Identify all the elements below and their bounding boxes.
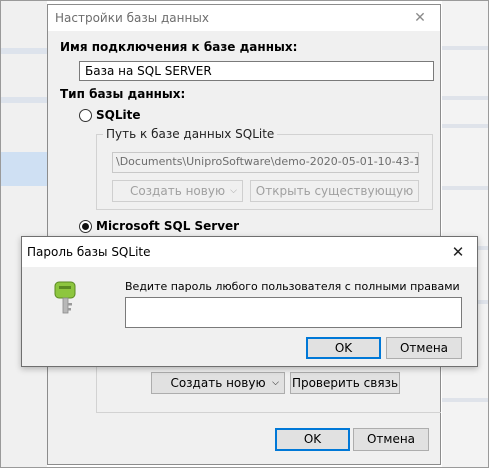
- settings-cancel-button[interactable]: Отмена: [353, 428, 429, 451]
- create-new-mssql-label: Создать новую: [170, 376, 266, 390]
- password-ok-button[interactable]: OK: [306, 337, 381, 359]
- password-input[interactable]: [125, 297, 462, 328]
- create-new-sqlite-label: Создать новую: [129, 184, 226, 198]
- settings-cancel-label: Отмена: [366, 432, 416, 446]
- open-existing-label: Открыть существующую: [255, 184, 414, 198]
- create-new-mssql-button[interactable]: Создать новую ⌵: [151, 372, 285, 394]
- chevron-down-icon: ⌵: [272, 378, 279, 388]
- background-selected-row: [0, 152, 47, 186]
- sqlite-path-legend: Путь к базе данных SQLite: [103, 127, 278, 141]
- mssql-radio-label[interactable]: Microsoft SQL Server: [96, 219, 239, 233]
- close-icon[interactable]: ✕: [447, 242, 469, 262]
- password-cancel-label: Отмена: [399, 341, 449, 355]
- password-ok-label: OK: [334, 341, 353, 355]
- background-strip: [0, 97, 47, 103]
- password-cancel-button[interactable]: Отмена: [386, 337, 462, 359]
- connection-name-label: Имя подключения к базе данных:: [60, 40, 298, 54]
- create-new-sqlite-button[interactable]: Создать новую ⌵: [112, 180, 243, 202]
- database-settings-dialog: Настройки базы данных ✕ Имя подключения …: [47, 4, 441, 465]
- settings-title: Настройки базы данных: [55, 11, 209, 25]
- mssql-radio[interactable]: [79, 220, 92, 233]
- connection-name-input[interactable]: База на SQL SERVER: [79, 61, 434, 81]
- db-type-label: Тип базы данных:: [60, 87, 186, 101]
- check-connection-button[interactable]: Проверить связь: [290, 372, 400, 394]
- background-strip: [442, 96, 489, 100]
- close-icon[interactable]: ✕: [406, 7, 434, 29]
- password-title: Пароль базы SQLite: [27, 245, 151, 259]
- sqlite-password-dialog: Пароль базы SQLite ✕ Ведите пароль любог…: [21, 236, 478, 367]
- background-strip: [442, 186, 489, 190]
- background-strip: [442, 46, 489, 50]
- background-app-left: [0, 0, 47, 468]
- background-app-right: [442, 0, 489, 468]
- password-prompt: Ведите пароль любого пользователя с полн…: [125, 280, 460, 293]
- background-strip: [0, 48, 47, 54]
- settings-ok-label: OK: [303, 432, 322, 446]
- settings-titlebar: Настройки базы данных ✕: [48, 5, 440, 31]
- background-strip: [442, 124, 489, 128]
- sqlite-radio-label[interactable]: SQLite: [96, 108, 140, 122]
- key-icon: [54, 281, 76, 314]
- sqlite-radio[interactable]: [79, 109, 92, 122]
- background-strip: [442, 398, 489, 402]
- chevron-down-icon: ⌵: [230, 186, 237, 196]
- password-titlebar: Пароль базы SQLite ✕: [22, 237, 477, 267]
- check-connection-label: Проверить связь: [291, 376, 399, 390]
- settings-ok-button[interactable]: OK: [275, 428, 350, 451]
- sqlite-path-input[interactable]: \Documents\UniproSoftware\demo-2020-05-0…: [112, 152, 419, 173]
- open-existing-button[interactable]: Открыть существующую: [250, 180, 419, 202]
